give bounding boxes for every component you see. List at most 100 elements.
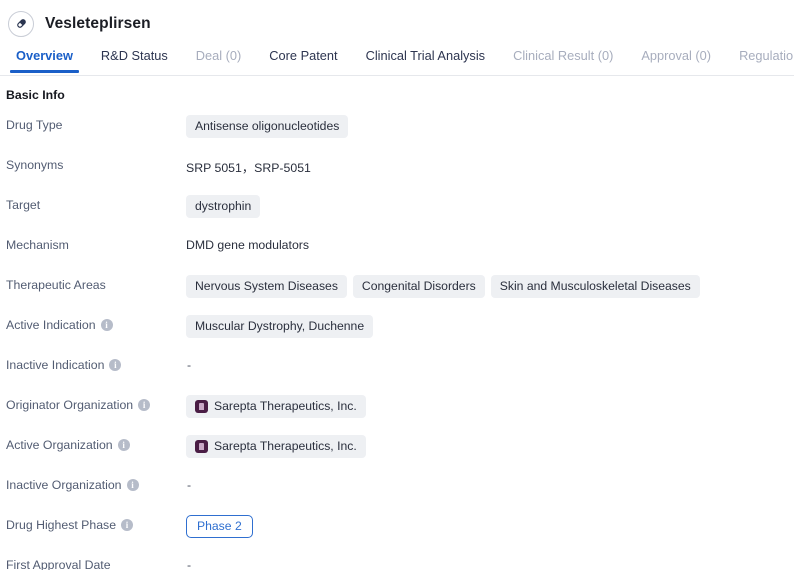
info-row-label-text: Active Indication bbox=[6, 318, 96, 332]
drug-phase-badge-label: Phase 2 bbox=[197, 519, 242, 533]
tab-label: R&D Status bbox=[100, 48, 168, 63]
info-row-value: Sarepta Therapeutics, Inc. bbox=[186, 434, 794, 458]
info-row-label-text: Active Organization bbox=[6, 438, 113, 452]
info-circle-icon[interactable]: i bbox=[100, 319, 113, 331]
basic-info-list: Drug Type Antisense oligonucleotides Synon… bbox=[6, 114, 794, 570]
tab-label: Regulation (0) bbox=[739, 48, 794, 63]
value-text: SRP 5051，SRP-5051 bbox=[186, 161, 311, 175]
tab-regulation[interactable]: Regulation (0) bbox=[725, 44, 794, 73]
info-row-label-text: Therapeutic Areas bbox=[6, 278, 106, 292]
info-row-value: - bbox=[186, 354, 794, 376]
info-row-label: Originator Organization i bbox=[6, 394, 186, 413]
info-row-label-text: Drug Type bbox=[6, 118, 63, 132]
info-row-label-text: Drug Highest Phase bbox=[6, 518, 117, 532]
info-row-value: SRP 5051，SRP-5051 bbox=[186, 154, 794, 176]
organization-logo-icon bbox=[195, 399, 208, 413]
info-row: Target dystrophin bbox=[6, 194, 794, 234]
tab-bar-divider bbox=[0, 75, 794, 76]
info-row-label-text: First Approval Date bbox=[6, 558, 111, 570]
info-row-label: Inactive Indication i bbox=[6, 354, 186, 373]
info-row: Synonyms SRP 5051，SRP-5051 bbox=[6, 154, 794, 194]
info-row: Originator Organization i Sarepta Therapeu… bbox=[6, 394, 794, 434]
info-row: Therapeutic Areas Nervous System Diseases… bbox=[6, 274, 794, 314]
organization-chip[interactable]: Sarepta Therapeutics, Inc. bbox=[186, 395, 366, 418]
info-row-label-text: Mechanism bbox=[6, 238, 69, 252]
page-header: Vesleteplirsen bbox=[0, 0, 794, 38]
value-chip[interactable]: Nervous System Diseases bbox=[186, 275, 347, 298]
info-row: Inactive Indication i - bbox=[6, 354, 794, 394]
info-row: Active Organization i Sarepta Therapeutics… bbox=[6, 434, 794, 474]
tab-deal[interactable]: Deal (0) bbox=[182, 44, 256, 73]
tab-list: Overview R&D Status Deal (0) Core Patent… bbox=[0, 44, 794, 75]
overview-panel: Basic Info Drug Type Antisense oligonucle… bbox=[0, 76, 794, 570]
value-chip[interactable]: Muscular Dystrophy, Duchenne bbox=[186, 315, 374, 338]
info-row-value: - bbox=[186, 474, 794, 496]
tab-clinical-result[interactable]: Clinical Result (0) bbox=[499, 44, 627, 73]
tab-core-patent[interactable]: Core Patent bbox=[255, 44, 351, 73]
info-row-label: Active Indication i bbox=[6, 314, 186, 333]
info-row: Drug Highest Phase i Phase 2 bbox=[6, 514, 794, 554]
info-row-label: Synonyms bbox=[6, 154, 186, 173]
info-row: Drug Type Antisense oligonucleotides bbox=[6, 114, 794, 154]
info-row: First Approval Date - bbox=[6, 554, 794, 570]
tab-label: Approval (0) bbox=[641, 48, 712, 63]
tab-approval[interactable]: Approval (0) bbox=[627, 44, 725, 73]
drug-phase-badge[interactable]: Phase 2 bbox=[186, 515, 253, 538]
value-chip[interactable]: dystrophin bbox=[186, 195, 261, 218]
info-row-label: Target bbox=[6, 194, 186, 213]
value-chip-label: Skin and Musculoskeletal Diseases bbox=[499, 279, 691, 293]
tab-label: Overview bbox=[16, 48, 73, 63]
info-row-value: Antisense oligonucleotides bbox=[186, 114, 794, 138]
value-chip-label: Nervous System Diseases bbox=[195, 279, 338, 293]
value-empty-dash: - bbox=[187, 358, 192, 372]
organization-chip[interactable]: Sarepta Therapeutics, Inc. bbox=[186, 435, 366, 458]
info-circle-icon[interactable]: i bbox=[117, 439, 130, 451]
info-row: Active Indication i Muscular Dystrophy, Du… bbox=[6, 314, 794, 354]
tab-label: Deal (0) bbox=[195, 48, 242, 63]
info-row-label-text: Synonyms bbox=[6, 158, 64, 172]
organization-logo-icon bbox=[195, 439, 208, 453]
info-row-label-text: Inactive Organization bbox=[6, 478, 122, 492]
tab-rd-status[interactable]: R&D Status bbox=[87, 44, 182, 73]
section-title-basic-info: Basic Info bbox=[6, 88, 65, 102]
info-row-label: Active Organization i bbox=[6, 434, 186, 453]
value-chip-label: dystrophin bbox=[195, 199, 252, 213]
value-chip-label: Congenital Disorders bbox=[361, 279, 476, 293]
tab-label: Clinical Trial Analysis bbox=[365, 48, 486, 63]
info-row-value: dystrophin bbox=[186, 194, 794, 218]
tab-label: Core Patent bbox=[269, 48, 338, 63]
info-row-label-text: Inactive Indication bbox=[6, 358, 105, 372]
info-row-label: Mechanism bbox=[6, 234, 186, 253]
organization-chip-label: Sarepta Therapeutics, Inc. bbox=[214, 439, 357, 453]
value-chip[interactable]: Antisense oligonucleotides bbox=[186, 115, 349, 138]
info-row-label: Inactive Organization i bbox=[6, 474, 186, 493]
tab-bar: Overview R&D Status Deal (0) Core Patent… bbox=[0, 44, 794, 76]
value-chip-label: Muscular Dystrophy, Duchenne bbox=[195, 319, 365, 333]
info-circle-icon[interactable]: i bbox=[126, 479, 139, 491]
info-row-value: Sarepta Therapeutics, Inc. bbox=[186, 394, 794, 418]
info-row-value: Muscular Dystrophy, Duchenne bbox=[186, 314, 794, 338]
info-row-value: Nervous System Diseases Congenital Disord… bbox=[186, 274, 794, 298]
info-circle-icon[interactable]: i bbox=[109, 359, 122, 371]
tab-overview[interactable]: Overview bbox=[2, 44, 87, 73]
info-circle-icon[interactable]: i bbox=[121, 519, 134, 531]
info-row: Inactive Organization i - bbox=[6, 474, 794, 514]
value-chip[interactable]: Congenital Disorders bbox=[352, 275, 485, 298]
info-circle-icon[interactable]: i bbox=[138, 399, 151, 411]
page-title: Vesleteplirsen bbox=[45, 14, 151, 32]
info-row-label: Drug Type bbox=[6, 114, 186, 133]
tab-label: Clinical Result (0) bbox=[513, 48, 614, 63]
value-chip[interactable]: Skin and Musculoskeletal Diseases bbox=[490, 275, 700, 298]
tab-clinical-trial-analysis[interactable]: Clinical Trial Analysis bbox=[352, 44, 499, 73]
value-chip-label: Antisense oligonucleotides bbox=[195, 119, 340, 133]
capsule-pill-icon bbox=[8, 10, 34, 37]
info-row-label: First Approval Date bbox=[6, 554, 186, 570]
info-row-label-text: Target bbox=[6, 198, 41, 212]
organization-chip-label: Sarepta Therapeutics, Inc. bbox=[214, 399, 357, 413]
info-row-label-text: Originator Organization bbox=[6, 398, 134, 412]
info-row-value: Phase 2 bbox=[186, 514, 794, 538]
value-empty-dash: - bbox=[187, 478, 192, 492]
info-row-value: DMD gene modulators bbox=[186, 234, 794, 256]
value-text: DMD gene modulators bbox=[186, 238, 310, 252]
info-row: Mechanism DMD gene modulators bbox=[6, 234, 794, 274]
